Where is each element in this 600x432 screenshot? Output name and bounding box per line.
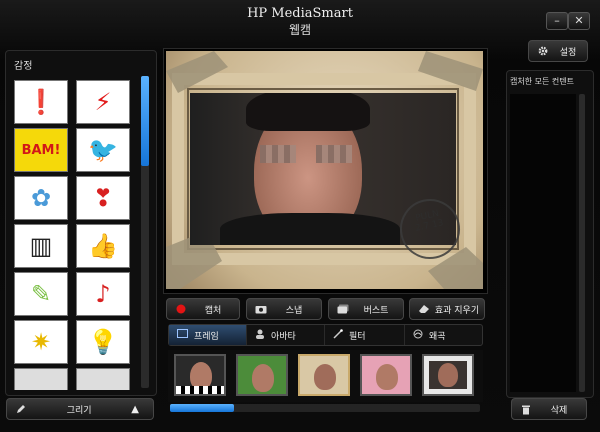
settings-label: 설정 [559, 47, 577, 58]
scribble-icon: ✎ [30, 280, 52, 308]
thumbnail-border-pattern [176, 386, 224, 394]
noise-lines-icon: ▥ [29, 232, 53, 260]
eraser-icon [418, 304, 430, 314]
pencil-icon [15, 404, 27, 414]
tab-filter[interactable]: 필터 [325, 325, 405, 345]
burst-label: 버스트 [363, 305, 389, 316]
webcam-preview: PULN 2.7 13 [166, 51, 483, 289]
thumbs-up-icon: 👍 [88, 232, 118, 260]
effects-scrollbar-thumb[interactable] [141, 76, 149, 166]
thumbnail-face [252, 364, 274, 392]
effects-grid: ❗ ⚡ BAM! 🐦 ✿ ❣ ▥ 👍 ✎ ♪ ✷ 💡 [12, 78, 132, 390]
draw-button[interactable]: 그리기 ▲ [6, 398, 154, 420]
clear-effects-label: 효과 지우기 [434, 305, 480, 316]
captured-content-title: 캡처한 모든 컨텐트 [510, 77, 574, 86]
filter-icon [333, 328, 343, 342]
effect-tile[interactable]: ⚡ [76, 80, 130, 124]
snap-label: 스냅 [285, 305, 303, 316]
minimize-button[interactable]: – [546, 12, 568, 30]
effect-tile[interactable]: ♪ [76, 272, 130, 316]
capture-button[interactable]: 캡처 [166, 298, 240, 320]
delete-button[interactable]: 삭제 [511, 398, 587, 420]
person-hair [246, 93, 370, 131]
delete-label: 삭제 [550, 405, 568, 416]
effect-tile[interactable]: 👍 [76, 224, 130, 268]
lightbulb-icon: 💡 [88, 328, 118, 356]
thumbnail-face [314, 364, 336, 390]
effect-tile[interactable]: BAM! [14, 128, 68, 172]
frame-thumbnail-selected[interactable] [298, 354, 350, 396]
distort-icon [413, 329, 423, 342]
frame-thumbnail[interactable] [174, 354, 226, 396]
captured-content-scrollbar[interactable] [579, 94, 585, 392]
camera-icon [255, 304, 267, 314]
frame-thumbnail[interactable] [236, 354, 288, 396]
confetti-icon: ✿ [30, 184, 52, 212]
avatar-icon [255, 329, 265, 342]
burst-camera-icon [337, 304, 349, 314]
capture-label: 캡처 [204, 305, 222, 316]
effect-tile[interactable]: ✿ [14, 176, 68, 220]
effect-tile[interactable]: ❗ [14, 80, 68, 124]
trash-icon [520, 404, 532, 415]
tab-distort[interactable]: 왜곡 [405, 325, 482, 345]
expand-up-icon[interactable]: ▲ [131, 404, 139, 415]
record-dot-icon [175, 304, 187, 314]
lightning-icon: ⚡ [94, 88, 112, 116]
thumbnail-face [376, 364, 398, 390]
bam-icon: BAM! [21, 142, 61, 158]
exclamation-icon: ❗ [26, 88, 56, 116]
effect-tile[interactable]: ✎ [14, 272, 68, 316]
effects-category-title: 감정 [14, 61, 33, 72]
captured-content-list [510, 94, 576, 392]
frame-thumbnails [168, 350, 483, 402]
burst-button[interactable]: 버스트 [328, 298, 404, 320]
frame-thumbnail[interactable] [422, 354, 474, 396]
effect-tile[interactable]: 💡 [76, 320, 130, 364]
tab-frame-label: 프레임 [194, 331, 219, 342]
effects-scrollbar[interactable] [141, 76, 149, 388]
settings-button[interactable]: 설정 [528, 40, 588, 62]
snap-button[interactable]: 스냅 [246, 298, 322, 320]
clear-effects-button[interactable]: 효과 지우기 [409, 298, 485, 320]
person-shoulders [220, 213, 400, 245]
app-subtitle: 웹캠 [288, 23, 312, 37]
effect-tile[interactable]: ✷ [14, 320, 68, 364]
burst-lines-icon: ✷ [30, 328, 52, 356]
effect-tile[interactable]: 🐦 [76, 128, 130, 172]
gear-icon [537, 45, 549, 57]
webcam-app-window: HP MediaSmart 웹캠 – ✕ 감정 ❗ ⚡ BAM! 🐦 ✿ ❣ ▥… [0, 0, 600, 432]
hearts-icon: ❣ [92, 184, 114, 212]
effect-type-tabs: 프레임 아바타 필터 왜곡 [168, 324, 483, 346]
music-note-icon: ♪ [95, 280, 111, 308]
thumbnails-scrollbar-thumb[interactable] [170, 404, 234, 412]
tab-filter-label: 필터 [349, 331, 366, 342]
bird-icon: 🐦 [88, 136, 118, 164]
tab-distort-label: 왜곡 [429, 331, 446, 342]
close-button[interactable]: ✕ [568, 12, 590, 30]
thumbnails-scrollbar[interactable] [170, 404, 480, 412]
blurred-eye-right [316, 145, 352, 163]
effect-tile[interactable] [76, 368, 130, 390]
frame-thumbnail[interactable] [360, 354, 412, 396]
app-title: HP MediaSmart [247, 6, 353, 21]
thumbnail-face [438, 363, 458, 387]
tab-avatar[interactable]: 아바타 [247, 325, 325, 345]
tab-frame[interactable]: 프레임 [169, 325, 247, 345]
effect-tile[interactable]: ▥ [14, 224, 68, 268]
frame-icon [177, 329, 188, 341]
effect-tile[interactable] [14, 368, 68, 390]
draw-label: 그리기 [66, 405, 92, 416]
tab-avatar-label: 아바타 [271, 331, 296, 342]
effect-tile[interactable]: ❣ [76, 176, 130, 220]
blurred-eye-left [260, 145, 296, 163]
